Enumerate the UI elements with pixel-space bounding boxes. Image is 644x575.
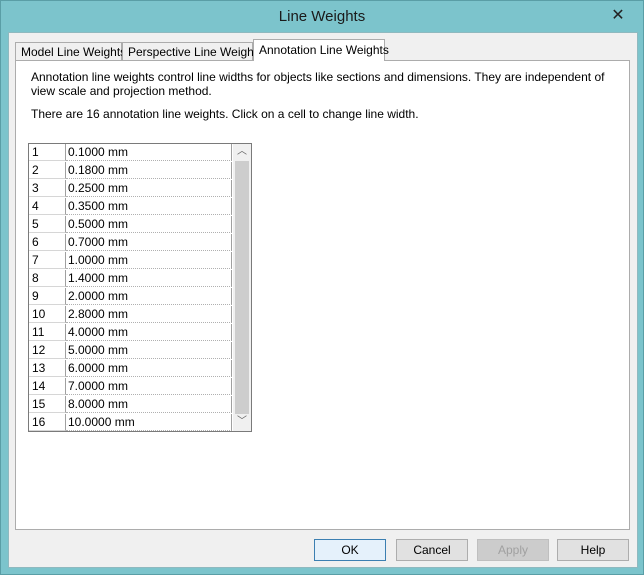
table-row[interactable]: 15 8.0000 mm: [29, 396, 232, 414]
table-row[interactable]: 9 2.0000 mm: [29, 288, 232, 306]
line-weight-grid: 1 0.1000 mm 2 0.1800 mm 3 0.2500 mm 4 0.3500 mm…: [28, 143, 252, 432]
row-number-cell: 15: [29, 396, 66, 413]
line-width-cell[interactable]: 4.0000 mm: [66, 324, 232, 341]
row-number-cell: 9: [29, 288, 66, 305]
line-width-cell[interactable]: 0.5000 mm: [66, 216, 232, 233]
apply-button: Apply: [477, 539, 549, 561]
close-button[interactable]: ✕: [607, 6, 629, 26]
table-row[interactable]: 1 0.1000 mm: [29, 144, 232, 162]
line-width-cell[interactable]: 1.0000 mm: [66, 252, 232, 269]
line-width-cell[interactable]: 1.4000 mm: [66, 270, 232, 287]
dialog-client-area: Model Line Weights Perspective Line Weig…: [8, 32, 638, 568]
scrollbar-thumb[interactable]: [235, 161, 249, 414]
row-number-cell: 12: [29, 342, 66, 359]
row-number-cell: 8: [29, 270, 66, 287]
table-row[interactable]: 8 1.4000 mm: [29, 270, 232, 288]
tab-perspective-line-weights[interactable]: Perspective Line Weights: [122, 42, 263, 60]
row-number-cell: 11: [29, 324, 66, 341]
line-width-cell[interactable]: 10.0000 mm: [66, 414, 232, 431]
line-width-cell[interactable]: 6.0000 mm: [66, 360, 232, 377]
line-width-cell[interactable]: 0.3500 mm: [66, 198, 232, 215]
line-width-cell[interactable]: 5.0000 mm: [66, 342, 232, 359]
line-width-cell[interactable]: 0.1000 mm: [66, 144, 232, 161]
table-row[interactable]: 14 7.0000 mm: [29, 378, 232, 396]
row-number-cell: 1: [29, 144, 66, 161]
table-row[interactable]: 13 6.0000 mm: [29, 360, 232, 378]
table-row[interactable]: 5 0.5000 mm: [29, 216, 232, 234]
line-width-cell[interactable]: 2.8000 mm: [66, 306, 232, 323]
title-bar[interactable]: Line Weights ✕: [1, 1, 643, 33]
line-width-cell[interactable]: 0.1800 mm: [66, 162, 232, 179]
table-row[interactable]: 11 4.0000 mm: [29, 324, 232, 342]
line-width-cell[interactable]: 2.0000 mm: [66, 288, 232, 305]
ok-button[interactable]: OK: [314, 539, 386, 561]
table-row[interactable]: 16 10.0000 mm: [29, 414, 232, 432]
table-row[interactable]: 4 0.3500 mm: [29, 198, 232, 216]
cancel-button[interactable]: Cancel: [396, 539, 468, 561]
tab-annotation-line-weights[interactable]: Annotation Line Weights: [253, 39, 389, 61]
row-number-cell: 5: [29, 216, 66, 233]
row-number-cell: 3: [29, 180, 66, 197]
help-button[interactable]: Help: [557, 539, 629, 561]
row-number-cell: 4: [29, 198, 66, 215]
scroll-down-button[interactable]: ﹀: [233, 414, 251, 430]
chevron-up-icon: ︿: [237, 146, 247, 157]
row-number-cell: 7: [29, 252, 66, 269]
close-icon: ✕: [611, 7, 625, 24]
chevron-down-icon: ﹀: [237, 416, 247, 427]
tab-panel: Annotation line weights control line wid…: [15, 60, 630, 530]
scroll-up-button[interactable]: ︿: [233, 144, 251, 160]
line-width-cell[interactable]: 0.7000 mm: [66, 234, 232, 251]
line-width-cell[interactable]: 8.0000 mm: [66, 396, 232, 413]
row-number-cell: 2: [29, 162, 66, 179]
tab-model-line-weights[interactable]: Model Line Weights: [15, 42, 126, 60]
table-row[interactable]: 10 2.8000 mm: [29, 306, 232, 324]
row-number-cell: 10: [29, 306, 66, 323]
row-number-cell: 13: [29, 360, 66, 377]
table-row[interactable]: 7 1.0000 mm: [29, 252, 232, 270]
row-number-cell: 6: [29, 234, 66, 251]
table-row[interactable]: 6 0.7000 mm: [29, 234, 232, 252]
vertical-scrollbar[interactable]: ︿ ﹀: [233, 144, 251, 431]
description-text: Annotation line weights control line wid…: [31, 70, 605, 98]
line-width-cell[interactable]: 7.0000 mm: [66, 378, 232, 395]
table-row[interactable]: 2 0.1800 mm: [29, 162, 232, 180]
table-row[interactable]: 12 5.0000 mm: [29, 342, 232, 360]
line-width-cell[interactable]: 0.2500 mm: [66, 180, 232, 197]
row-number-cell: 14: [29, 378, 66, 395]
window-title: Line Weights: [278, 8, 366, 25]
count-text: There are 16 annotation line weights. Cl…: [31, 107, 419, 121]
line-weights-dialog: Line Weights ✕ Model Line Weights Perspe…: [0, 0, 644, 575]
table-row[interactable]: 3 0.2500 mm: [29, 180, 232, 198]
row-number-cell: 16: [29, 414, 66, 431]
